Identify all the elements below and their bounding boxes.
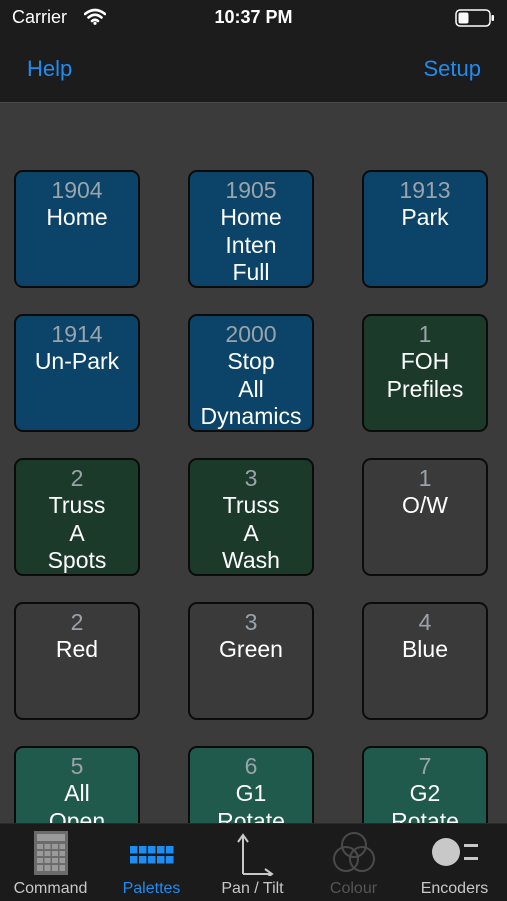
- tab-pan-tilt[interactable]: Pan / Tilt: [202, 824, 303, 901]
- setup-button[interactable]: Setup: [424, 56, 482, 82]
- palette-tile[interactable]: 1904 Home: [14, 170, 140, 288]
- palette-tile[interactable]: 1905 Home Inten Full: [188, 170, 314, 288]
- tab-label: Colour: [329, 880, 378, 897]
- palette-label: Home Inten Full: [220, 204, 282, 285]
- palette-tile[interactable]: 1 FOH Prefiles: [362, 314, 488, 432]
- palette-number: 3: [244, 465, 258, 491]
- tab-colour[interactable]: Colour: [303, 824, 404, 901]
- palette-label: FOH Prefiles: [386, 348, 464, 402]
- palette-label: Un-Park: [34, 348, 120, 374]
- tab-label: Command: [13, 880, 88, 897]
- palette-number: 1: [418, 321, 432, 347]
- palette-label: Truss A Spots: [47, 492, 107, 573]
- palette-tile[interactable]: 2000 Stop All Dynamics: [188, 314, 314, 432]
- palette-label: Stop All Dynamics: [200, 348, 302, 429]
- palette-label: Home: [46, 204, 108, 230]
- palette-tile[interactable]: 1913 Park: [362, 170, 488, 288]
- palette-number: 2: [70, 609, 84, 635]
- help-button[interactable]: Help: [27, 56, 72, 82]
- palette-label: Park: [401, 204, 449, 230]
- palette-label: Red: [55, 636, 99, 662]
- palette-tile[interactable]: 1 O/W: [362, 458, 488, 576]
- encoders-icon: [430, 830, 480, 881]
- palette-label: Blue: [401, 636, 449, 662]
- status-bar: Carrier 10:37 PM: [0, 0, 507, 36]
- palette-number: 1913: [399, 177, 451, 203]
- tab-command[interactable]: Command: [0, 824, 101, 901]
- tab-bar: Command Palettes Pan / Tilt Colour Encod…: [0, 823, 507, 901]
- palette-tile[interactable]: 3 Green: [188, 602, 314, 720]
- palette-number: 5: [70, 753, 84, 779]
- palette-number: 1: [418, 465, 432, 491]
- palette-number: 2000: [225, 321, 277, 347]
- navigation-bar: Help Setup: [0, 36, 507, 103]
- palette-tile[interactable]: 6 G1 Rotate: [188, 746, 314, 823]
- pan-tilt-axes-icon: [231, 830, 275, 881]
- tab-encoders[interactable]: Encoders: [404, 824, 505, 901]
- status-time: 10:37 PM: [214, 7, 293, 27]
- colour-circles-icon: [331, 830, 377, 881]
- tab-palettes[interactable]: Palettes: [101, 824, 202, 901]
- palette-number: 3: [244, 609, 258, 635]
- tab-label: Palettes: [122, 880, 181, 897]
- grid-keypad-icon: [33, 830, 69, 881]
- palette-number: 1904: [51, 177, 103, 203]
- palette-label: All Open: [48, 780, 106, 823]
- palette-label: G2 Rotate: [391, 780, 459, 823]
- battery-icon: [455, 9, 495, 32]
- palette-number: 4: [418, 609, 432, 635]
- palette-label: G1 Rotate: [217, 780, 285, 823]
- palette-number: 1914: [51, 321, 103, 347]
- palettes-grid-icon: [129, 846, 174, 871]
- palette-tile[interactable]: 1914 Un-Park: [14, 314, 140, 432]
- palette-tile[interactable]: 7 G2 Rotate: [362, 746, 488, 823]
- tab-label: Pan / Tilt: [221, 880, 284, 897]
- palette-number: 2: [70, 465, 84, 491]
- tab-label: Encoders: [420, 880, 489, 897]
- palette-tile[interactable]: 2 Red: [14, 602, 140, 720]
- palette-grid: 1904 Home 1905 Home Inten Full 1913 Park 1914 U…: [0, 103, 507, 823]
- palette-tile[interactable]: 3 Truss A Wash: [188, 458, 314, 576]
- palette-number: 6: [244, 753, 258, 779]
- palette-tile[interactable]: 2 Truss A Spots: [14, 458, 140, 576]
- palette-tile[interactable]: 4 Blue: [362, 602, 488, 720]
- palette-tile[interactable]: 5 All Open: [14, 746, 140, 823]
- palette-label: O/W: [402, 492, 448, 518]
- palette-number: 7: [418, 753, 432, 779]
- palette-label: Green: [219, 636, 283, 662]
- palette-number: 1905: [225, 177, 277, 203]
- palette-label: Truss A Wash: [222, 492, 280, 573]
